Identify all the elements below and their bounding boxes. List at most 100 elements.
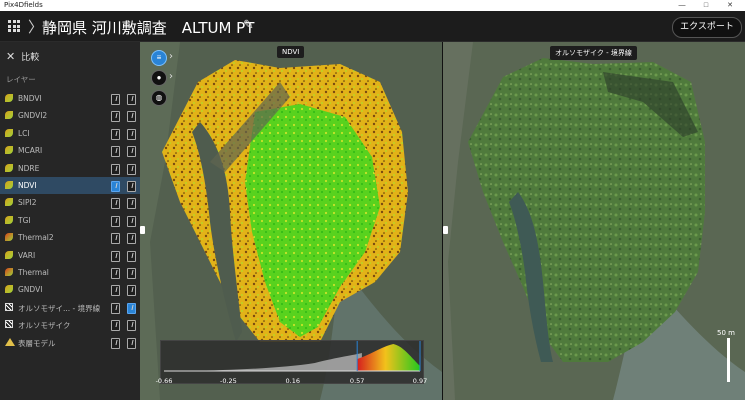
export-button[interactable]: エクスポート [672, 17, 742, 38]
right-view-toggle[interactable] [127, 320, 136, 332]
left-view-toggle[interactable] [111, 181, 120, 192]
left-view-toggle[interactable] [111, 302, 120, 314]
compare-close-row[interactable]: ✕ 比較 [6, 50, 39, 63]
left-view-toggle[interactable] [111, 198, 120, 210]
breadcrumb-chevron-icon: 〉 [28, 18, 44, 36]
maximize-button[interactable]: □ [695, 0, 717, 11]
layer-name: MCARI [18, 146, 43, 156]
layer-name: オルソモザイ... - 境界線 [18, 303, 101, 313]
left-view-toggle[interactable] [111, 111, 120, 123]
left-view-toggle[interactable] [111, 94, 120, 105]
legend-tick-label: -0.66 [155, 377, 173, 385]
left-view-toggle[interactable] [111, 320, 120, 332]
index-leaf-icon [5, 163, 13, 172]
apps-grid-icon[interactable] [8, 20, 20, 32]
legend-tick-label: -0.25 [219, 377, 237, 385]
layer-row[interactable]: GNDVI [0, 281, 140, 298]
chevron-right-icon[interactable]: › [169, 51, 173, 62]
layer-row[interactable]: NDRE [0, 160, 140, 177]
left-view-toggle[interactable] [111, 285, 120, 297]
left-view-toggle[interactable] [111, 215, 120, 227]
right-view-toggle[interactable] [127, 163, 136, 175]
layer-name: Thermal2 [18, 233, 54, 243]
layer-name: NDRE [18, 163, 40, 173]
layer-row[interactable]: VARI [0, 247, 140, 264]
layer-row[interactable]: TGI [0, 212, 140, 229]
right-view-toggle[interactable] [127, 94, 136, 105]
left-map-view[interactable]: NDVI ≡ › ● › ◍ -0.66 -0.25 0.16 0.57 0.97 [140, 42, 442, 400]
layer-row[interactable]: SIPI2 [0, 194, 140, 211]
layer-row[interactable]: オルソモザイ... - 境界線 [0, 299, 140, 316]
right-view-toggle[interactable] [127, 128, 136, 140]
index-leaf-icon [5, 285, 13, 294]
left-view-toggle[interactable] [111, 146, 120, 158]
project-title: 静岡県 河川敷調査 ALTUM PT [42, 19, 255, 37]
layer-name: SIPI2 [18, 198, 37, 208]
right-view-toggle[interactable] [127, 337, 136, 349]
layer-row[interactable]: NDVI [0, 177, 140, 194]
thermal-leaf-icon [5, 268, 13, 276]
layer-name: オルソモザイク [18, 321, 71, 331]
layer-name: 表層モデル [18, 338, 56, 348]
layers-toggle-icon[interactable]: ≡ [151, 50, 167, 66]
right-view-toggle[interactable] [127, 302, 136, 314]
right-view-toggle[interactable] [127, 285, 136, 297]
app-name: Pix4Dfields [4, 1, 43, 9]
right-panel-handle[interactable] [443, 226, 448, 234]
layer-row[interactable]: オルソモザイク [0, 316, 140, 333]
legend-tick-label: 0.97 [412, 377, 428, 385]
window-title-bar: Pix4Dfields — □ ✕ [0, 0, 745, 11]
elevation-model-icon [5, 337, 15, 346]
left-view-toggle[interactable] [111, 268, 120, 279]
index-leaf-icon [5, 146, 13, 155]
right-view-toggle[interactable] [127, 111, 136, 123]
layer-name: GNDVI2 [18, 111, 48, 121]
left-view-toggle[interactable] [111, 337, 120, 349]
index-leaf-icon [5, 181, 13, 189]
globe-icon[interactable]: ◍ [151, 90, 167, 106]
right-view-toggle[interactable] [127, 250, 136, 262]
layer-row[interactable]: GNDVI2 [0, 107, 140, 124]
layer-name: LCI [18, 128, 30, 138]
right-view-toggle[interactable] [127, 181, 136, 192]
index-leaf-icon [5, 215, 13, 224]
index-leaf-icon [5, 111, 13, 120]
right-view-toggle[interactable] [127, 198, 136, 210]
close-icon[interactable]: ✕ [6, 50, 15, 63]
edit-pencil-icon[interactable]: ✎ [243, 18, 254, 33]
minimize-button[interactable]: — [671, 0, 693, 11]
layer-name: TGI [18, 215, 31, 225]
right-map-view[interactable]: オルソモザイク - 境界線 50 m [443, 42, 745, 400]
location-pin-icon[interactable]: ● [151, 70, 167, 86]
ndvi-legend[interactable]: -0.66 -0.25 0.16 0.57 0.97 [156, 340, 428, 385]
layer-row[interactable]: 表層モデル [0, 334, 140, 351]
layers-heading: レイヤー [6, 75, 36, 84]
scale-bar [727, 338, 730, 382]
right-view-toggle[interactable] [127, 268, 136, 279]
histogram-outside-range [189, 353, 362, 371]
right-view-toggle[interactable] [127, 146, 136, 158]
right-view-toggle[interactable] [127, 215, 136, 227]
right-view-toggle[interactable] [127, 233, 136, 245]
layer-row[interactable]: LCI [0, 125, 140, 142]
layer-name: BNDVI [18, 94, 42, 103]
right-map-image [443, 42, 745, 400]
layer-name: GNDVI [18, 285, 43, 295]
left-view-toggle[interactable] [111, 233, 120, 245]
left-panel-handle[interactable] [140, 226, 145, 234]
chevron-right-icon[interactable]: › [169, 71, 173, 82]
layer-name: VARI [18, 250, 36, 260]
close-window-button[interactable]: ✕ [719, 0, 741, 11]
left-view-toggle[interactable] [111, 250, 120, 262]
left-view-toggle[interactable] [111, 163, 120, 175]
layer-row[interactable]: Thermal2 [0, 229, 140, 246]
layer-row[interactable]: BNDVI [0, 90, 140, 107]
layer-name: Thermal [18, 268, 49, 277]
layer-row[interactable]: MCARI [0, 142, 140, 159]
orthomosaic-icon [5, 320, 13, 329]
index-leaf-icon [5, 198, 13, 207]
left-view-toggle[interactable] [111, 128, 120, 140]
layer-sidebar: ✕ 比較 レイヤー BNDVI GNDVI2 LCI MCARI NDRE NDVI SIPI… [0, 42, 140, 400]
layer-row[interactable]: Thermal [0, 264, 140, 281]
legend-tick-label: 0.16 [285, 377, 301, 385]
